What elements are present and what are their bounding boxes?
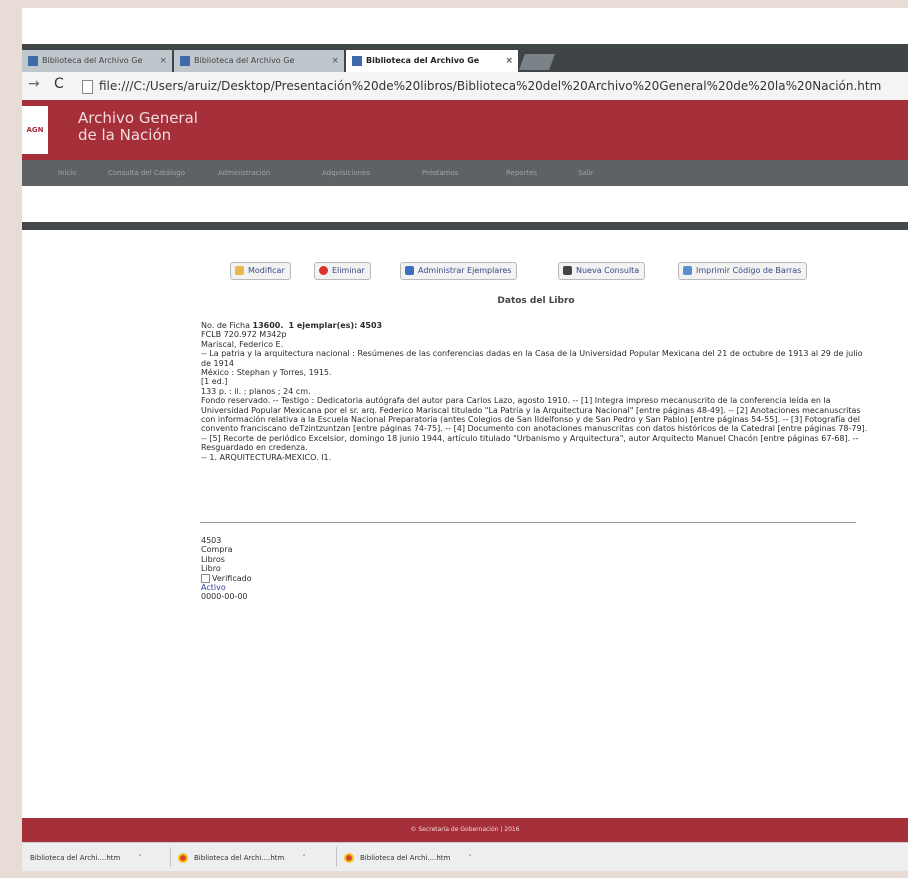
publication: México : Stephan y Torres, 1915. xyxy=(201,368,332,378)
download-label: Biblioteca del Archi....htm xyxy=(360,854,451,862)
copy-acquisition: Compra xyxy=(201,545,233,555)
delete-label: Eliminar xyxy=(332,266,365,275)
print-barcode-label: Imprimir Código de Barras xyxy=(696,266,802,275)
status-link[interactable]: Activo xyxy=(201,583,501,592)
new-tab-button[interactable] xyxy=(519,54,555,70)
chevron-up-icon[interactable]: ˄ xyxy=(302,854,306,862)
manage-copies-button[interactable]: Administrar Ejemplares xyxy=(400,262,518,280)
app-title-line1: Archivo General xyxy=(78,109,198,127)
download-item-2[interactable]: Biblioteca del Archi....htm ˄ xyxy=(178,849,306,867)
app-title-line2: de la Nación xyxy=(78,126,172,144)
tab-label: Biblioteca del Archivo Ge xyxy=(366,56,480,65)
copy-date: 0000-00-00 xyxy=(201,592,248,602)
copy-material: Libro xyxy=(201,564,221,574)
copy-collection: Libros xyxy=(201,554,225,564)
subjects: -- 1. ARQUITECTURA-MEXICO. I1. xyxy=(201,452,332,462)
app-title: Archivo General de la Nación xyxy=(78,110,198,144)
ficha-label: No. de Ficha xyxy=(201,321,250,330)
author: Mariscal, Federico E. xyxy=(201,339,284,349)
footer: © Secretaría de Gobernación | 2016 xyxy=(22,818,908,842)
chrome-icon xyxy=(344,853,354,863)
physical-description: 133 p. : il. : planos ; 24 cm. xyxy=(201,386,311,396)
copy-details: 4503 Compra Libros Libro Verificado Acti… xyxy=(201,536,501,602)
ficha-line: No. de Ficha 13600. 1 ejemplar(es): 4503 xyxy=(201,321,871,330)
delete-icon xyxy=(319,266,328,275)
app-header: AGN Archivo General de la Nación xyxy=(22,100,908,160)
printer-icon xyxy=(683,266,692,275)
book-title: -- La patria y la arquitectura nacional … xyxy=(201,349,863,368)
edition: [1 ed.] xyxy=(201,377,228,387)
favicon-icon xyxy=(180,55,190,66)
manage-copies-label: Administrar Ejemplares xyxy=(418,266,512,275)
reload-icon[interactable]: C xyxy=(54,76,64,92)
menu-item-adquisiciones[interactable]: Adquisiciones xyxy=(322,160,370,186)
close-icon[interactable]: × xyxy=(159,50,167,72)
print-barcode-button[interactable]: Imprimir Código de Barras xyxy=(678,262,808,280)
url-field[interactable]: file:///C:/Users/aruiz/Desktop/Presentac… xyxy=(82,76,902,96)
url-text: file:///C:/Users/aruiz/Desktop/Presentac… xyxy=(99,79,882,93)
menu-item-administracion[interactable]: Administración xyxy=(218,160,270,186)
ficha-number: 13600. xyxy=(252,321,284,330)
close-icon[interactable]: × xyxy=(331,50,339,72)
chevron-up-icon[interactable]: ˄ xyxy=(138,854,142,862)
favicon-icon xyxy=(352,55,362,66)
page-icon xyxy=(82,79,93,94)
separator xyxy=(170,847,171,867)
record-divider xyxy=(200,522,856,523)
modify-label: Modificar xyxy=(248,266,285,275)
copies-id: 4503 xyxy=(359,321,383,330)
separator xyxy=(336,847,337,867)
call-number: FCLB 720.972 M342p xyxy=(201,330,287,340)
notes: Fondo reservado. -- Testigo : Dedicatori… xyxy=(201,396,868,453)
menu-item-salir[interactable]: Salir xyxy=(578,160,594,186)
address-bar: → C file:///C:/Users/aruiz/Desktop/Prese… xyxy=(22,72,908,101)
favicon-icon xyxy=(28,55,38,66)
verified-checkbox[interactable] xyxy=(201,573,210,583)
tab-label: Biblioteca del Archivo Ge xyxy=(194,56,295,65)
chrome-icon xyxy=(178,853,188,863)
copy-id: 4503 xyxy=(201,536,222,545)
new-query-label: Nueva Consulta xyxy=(576,266,640,275)
copies-label: 1 ejemplar(es): xyxy=(288,321,358,330)
verified-label: Verificado xyxy=(212,573,252,583)
download-label: Biblioteca del Archi....htm xyxy=(194,854,285,862)
verified-row: Verificado xyxy=(201,573,501,583)
download-label: Biblioteca del Archi....htm xyxy=(30,854,121,862)
section-title: Datos del Libro xyxy=(497,296,575,306)
download-item-3[interactable]: Biblioteca del Archi....htm ˄ xyxy=(344,849,472,867)
download-bar: Biblioteca del Archi....htm ˄ Biblioteca … xyxy=(22,842,908,871)
menu-item-consulta[interactable]: Consulta del Catálogo xyxy=(108,160,185,186)
menu-item-inicio[interactable]: Inicio xyxy=(58,160,77,186)
browser-tab-3-active[interactable]: Biblioteca del Archivo Ge × xyxy=(346,50,518,72)
menu-item-prestamos[interactable]: Préstamos xyxy=(422,160,459,186)
new-query-button[interactable]: Nueva Consulta xyxy=(558,262,646,280)
forward-arrow-icon[interactable]: → xyxy=(28,76,40,92)
edit-icon xyxy=(235,266,244,275)
chevron-up-icon[interactable]: ˄ xyxy=(468,854,472,862)
tab-label: Biblioteca del Archivo Ge xyxy=(42,56,143,65)
delete-button[interactable]: Eliminar xyxy=(314,262,371,280)
modify-button[interactable]: Modificar xyxy=(230,262,291,280)
content-divider-bar xyxy=(22,222,908,230)
main-menu: Inicio Consulta del Catálogo Administrac… xyxy=(22,160,908,186)
close-icon[interactable]: × xyxy=(505,50,513,72)
download-item-1[interactable]: Biblioteca del Archi....htm ˄ xyxy=(30,849,142,867)
copies-icon xyxy=(405,266,414,275)
book-record: No. de Ficha 13600. 1 ejemplar(es): 4503… xyxy=(201,321,871,462)
agn-logo[interactable]: AGN xyxy=(22,106,48,154)
browser-tab-1[interactable]: Biblioteca del Archivo Ge × xyxy=(22,50,172,72)
binoculars-icon xyxy=(563,266,572,275)
browser-tab-strip: Biblioteca del Archivo Ge × Biblioteca de… xyxy=(22,44,908,72)
browser-tab-2[interactable]: Biblioteca del Archivo Ge × xyxy=(174,50,344,72)
menu-item-reportes[interactable]: Reportes xyxy=(506,160,537,186)
